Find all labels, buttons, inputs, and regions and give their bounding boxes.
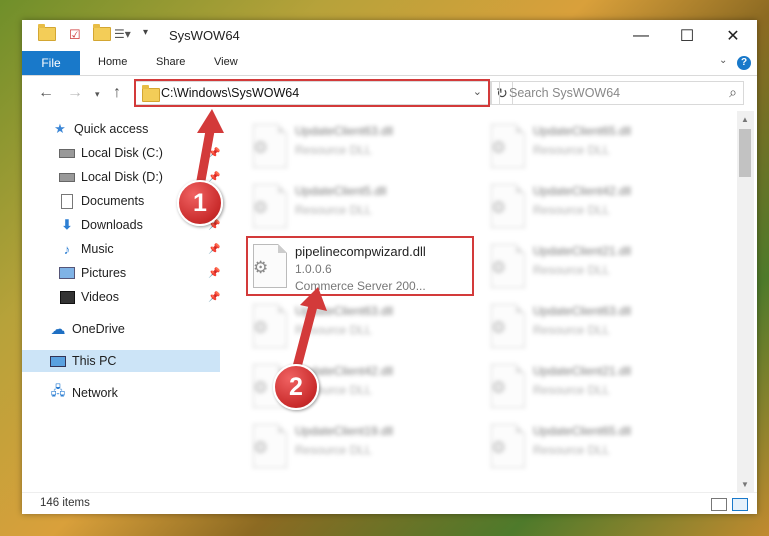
scroll-up-icon[interactable]: ▲ [741,115,749,124]
pin-icon: 📌 [208,292,221,303]
large-icons-view-icon[interactable] [732,498,748,511]
sidebar-item-label: Local Disk (C:) [81,146,163,160]
list-item[interactable]: ⚙ UpdateClient63.dll Resource DLL [247,119,467,175]
close-button[interactable]: ✕ [710,20,756,51]
step-badge-2: 2 [273,364,319,410]
pin-icon: 📌 [208,148,221,159]
list-item[interactable]: ⚙ UpdateClient21.dll Resource DLL [485,239,705,295]
sidebar-item-label: Videos [81,290,119,304]
vertical-scrollbar[interactable]: ▲ ▼ [737,111,754,492]
sidebar-item-label: This PC [72,354,117,368]
details-view-icon[interactable] [711,498,727,511]
step-badge-1: 1 [177,180,223,226]
cloud-icon: ☁ [50,321,66,338]
sidebar-item-label: Quick access [74,122,149,136]
sidebar-item-music[interactable]: ♪ Music [22,238,220,260]
sidebar-item-label: Music [81,242,114,256]
gear-icon: ⚙ [491,138,507,157]
gear-icon: ⚙ [491,438,507,457]
item-count: 146 items [40,497,90,509]
list-item[interactable]: ⚙ UpdateClient5.dll Resource DLL [247,179,467,235]
ribbon-expand-icon[interactable]: ⌄ [719,55,727,66]
list-item[interactable]: ⚙ UpdateClient65.dll Resource DLL [485,119,705,175]
gear-icon: ⚙ [491,378,507,397]
videos-icon [59,289,75,305]
gear-icon: ⚙ [253,378,269,397]
back-button[interactable]: ← [38,84,54,102]
pictures-icon [59,265,75,281]
sidebar-item-network[interactable]: 🖧 Network [22,382,220,404]
documents-icon [59,193,75,209]
music-icon: ♪ [63,241,71,257]
ribbon-tabs: File Home Share View ⌄ ? [22,51,757,76]
sidebar-item-label: Pictures [81,266,127,280]
file-list: ⚙ UpdateClient63.dll Resource DLL ⚙ Upda… [223,115,737,490]
tab-file[interactable]: File [22,51,80,75]
sidebar-item-label: OneDrive [72,322,125,336]
maximize-button[interactable]: ☐ [664,20,710,51]
gear-icon: ⚙ [253,438,269,457]
address-bar-highlight [134,79,490,107]
scrollbar-thumb[interactable] [739,129,751,177]
sidebar-item-label: Local Disk (D:) [81,170,163,184]
gear-icon: ⚙ [253,198,269,217]
drive-icon [59,169,75,185]
network-icon: 🖧 [50,383,66,398]
sidebar-item-onedrive[interactable]: ☁ OneDrive [22,318,220,340]
list-item[interactable]: ⚙ UpdateClient63.dll Resource DLL [247,299,467,355]
file-highlight [246,236,474,296]
gear-icon: ⚙ [491,198,507,217]
sidebar-item-quick-access[interactable]: ★ Quick access [22,118,220,140]
list-item[interactable]: ⚙ UpdateClient42.dll Resource DLL [485,179,705,235]
sidebar-item-pictures[interactable]: Pictures [22,262,220,284]
status-bar: 146 items [22,492,757,514]
up-button[interactable]: ↑ [113,84,121,102]
folder-icon [38,24,56,41]
new-folder-icon[interactable] [93,24,111,41]
sidebar-item-local-disk-c[interactable]: Local Disk (C:) [22,142,220,164]
navigation-pane: ★ Quick access Local Disk (C:) 📌 Local D… [22,115,222,490]
properties-icon[interactable]: ☑ [69,27,81,43]
sidebar-item-label: Downloads [81,218,143,232]
list-item[interactable]: ⚙ UpdateClient19.dll Resource DLL [247,419,467,475]
help-icon[interactable]: ? [737,56,751,70]
star-icon: ★ [54,121,66,136]
sidebar-item-label: Documents [81,194,145,208]
gear-icon: ⚙ [253,138,269,157]
minimize-button[interactable]: — [618,20,664,51]
forward-button[interactable]: → [67,84,83,102]
search-placeholder: Search SysWOW64 [509,86,621,100]
list-item[interactable]: ⚙ UpdateClient21.dll Resource DLL [485,359,705,415]
search-icon: ⌕ [729,84,737,100]
list-item[interactable]: ⚙ UpdateClient63.dll Resource DLL [485,299,705,355]
downloads-icon: ⬇ [61,217,73,232]
tab-view[interactable]: View [214,56,238,68]
tab-share[interactable]: Share [156,56,185,68]
quick-access-dropdown[interactable]: ▾ [143,27,148,38]
window-title: SysWOW64 [169,28,240,43]
gear-icon: ⚙ [491,318,507,337]
computer-icon [50,353,66,369]
sidebar-item-videos[interactable]: Videos [22,286,220,308]
title-bar: ☑ ☰▾ ▾ SysWOW64 — ☐ ✕ [22,20,757,51]
tab-home[interactable]: Home [98,56,127,68]
sidebar-item-this-pc[interactable]: This PC [22,350,220,372]
gear-icon: ⚙ [253,318,269,337]
customize-toolbar-icon[interactable]: ☰▾ [114,27,131,41]
recent-locations-icon[interactable]: ▾ [95,89,100,100]
scroll-down-icon[interactable]: ▼ [741,480,749,489]
search-input[interactable]: Search SysWOW64 ⌕ [499,81,744,105]
gear-icon: ⚙ [491,258,507,277]
pin-icon: 📌 [208,244,221,255]
sidebar-item-label: Network [72,386,118,400]
drive-icon [59,145,75,161]
list-item[interactable]: ⚙ UpdateClient65.dll Resource DLL [485,419,705,475]
pin-icon: 📌 [208,268,221,279]
